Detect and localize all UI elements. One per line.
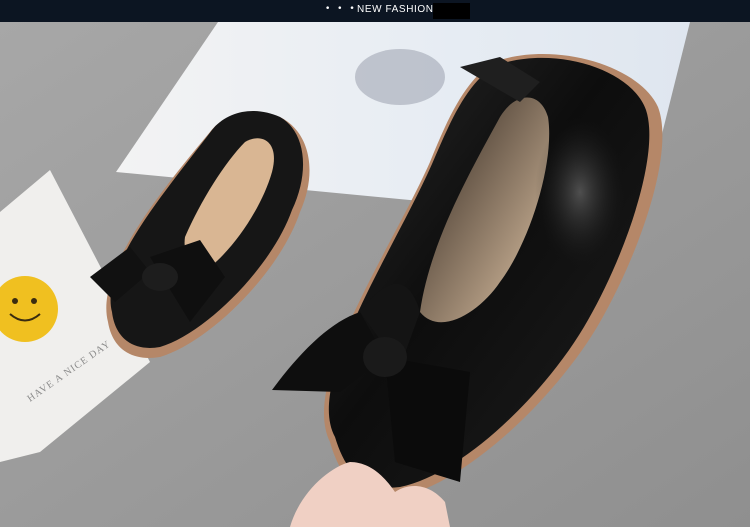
large-shoe-bow-knot [363, 337, 407, 377]
small-shoe-bow-knot [142, 263, 178, 291]
banner-black-block [433, 3, 470, 19]
banner-title: NEW FASHION [357, 4, 434, 15]
banner-dots: • • • [325, 4, 357, 14]
smiley-eye-left [12, 298, 18, 304]
large-shoe-shine [535, 117, 625, 267]
top-banner: • • • NEW FASHION [0, 0, 750, 22]
card-flower-print [355, 49, 445, 105]
smiley-eye-right [31, 298, 37, 304]
product-photo: HAVE A NICE DAY [0, 22, 750, 527]
product-photo-canvas: HAVE A NICE DAY [0, 22, 750, 527]
